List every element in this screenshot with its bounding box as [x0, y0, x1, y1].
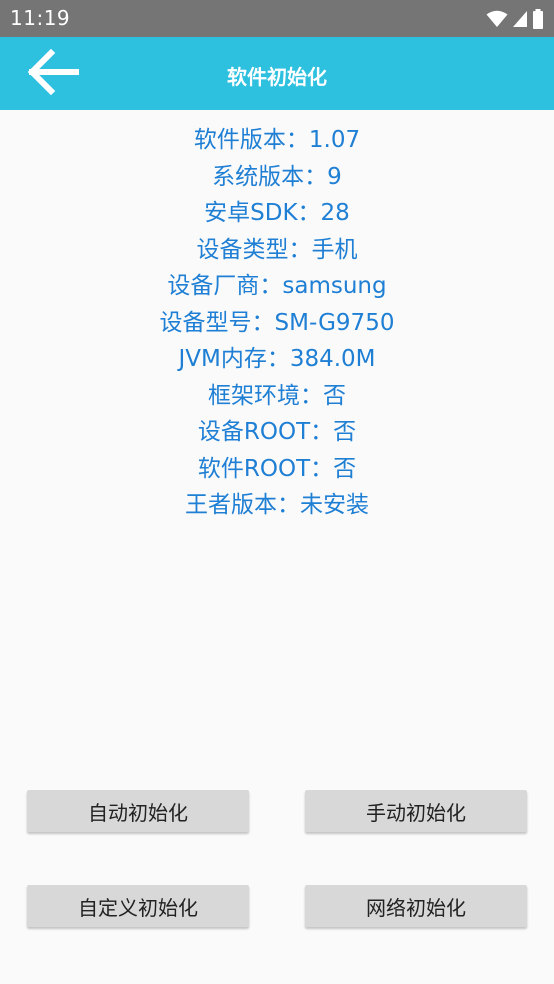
device-info-list: 软件版本：1.07 系统版本：9 安卓SDK：28 设备类型：手机 设备厂商：s… [0, 122, 554, 524]
network-init-button[interactable]: 网络初始化 [305, 885, 527, 927]
page-title: 软件初始化 [227, 65, 327, 89]
status-icons [482, 8, 544, 30]
custom-init-button[interactable]: 自定义初始化 [27, 885, 249, 927]
status-bar: 11:19 [0, 0, 554, 37]
framework-env-text: 框架环境：否 [208, 382, 346, 409]
device-manufacturer-text: 设备厂商：samsung [167, 273, 387, 299]
manual-init-button[interactable]: 手动初始化 [305, 790, 527, 832]
wifi-icon [482, 10, 508, 28]
battery-icon [528, 9, 544, 29]
device-root-text: 设备ROOT：否 [197, 419, 357, 445]
signal-icon [508, 10, 528, 28]
system-version-text: 系统版本：9 [212, 163, 342, 190]
android-sdk-text: 安卓SDK：28 [204, 200, 350, 226]
game-version-text: 王者版本：未安装 [185, 492, 369, 518]
app-bar: 软件初始化 [0, 37, 554, 110]
device-model-text: 设备型号：SM-G9750 [159, 309, 395, 336]
device-type-text: 设备类型：手机 [196, 236, 358, 263]
auto-init-button[interactable]: 自动初始化 [27, 790, 249, 832]
status-time: 11:19 [10, 6, 71, 30]
jvm-memory-text: JVM内存：384.0M [178, 346, 376, 372]
software-version-text: 软件版本：1.07 [193, 127, 361, 153]
software-root-text: 软件ROOT：否 [197, 455, 357, 482]
